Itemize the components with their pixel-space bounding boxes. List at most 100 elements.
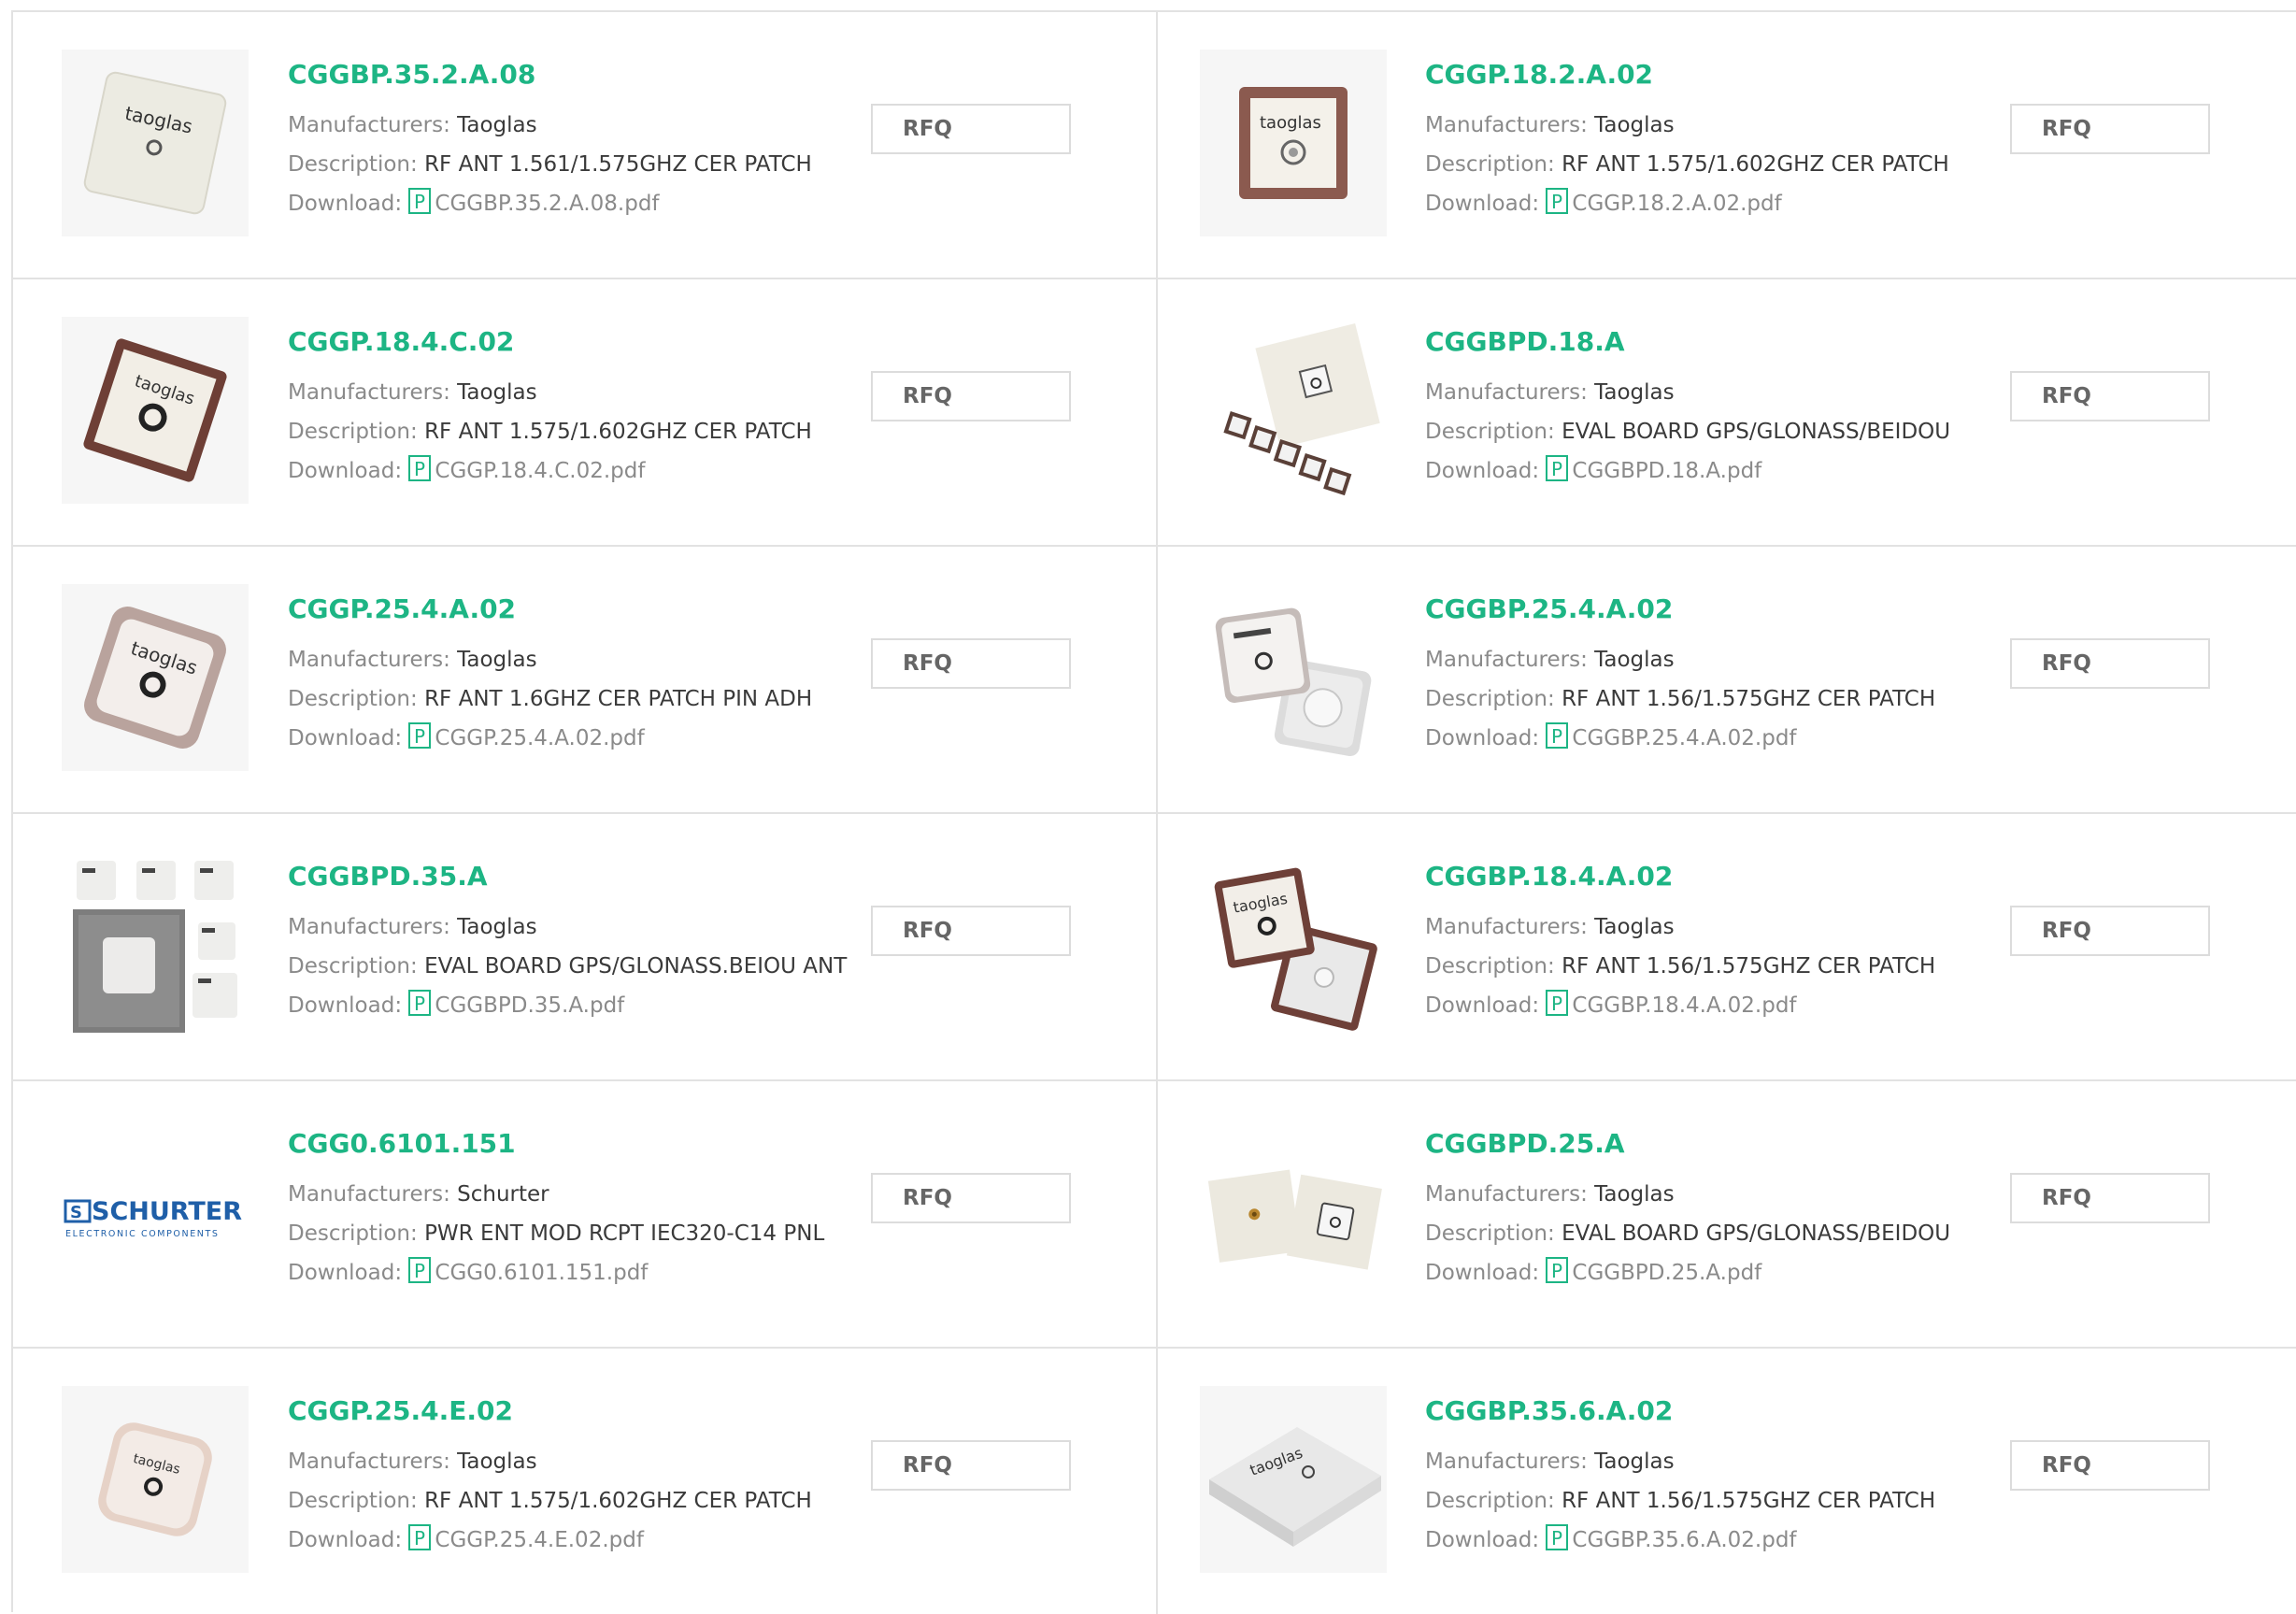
description-label: Description: [1425,954,1555,978]
svg-text:SCHURTER: SCHURTER [92,1197,242,1226]
pdf-icon[interactable]: P [408,722,432,749]
rfq-button[interactable]: RFQ [2010,104,2210,154]
product-card: S SCHURTER ELECTRONIC COMPONENTS CGG0.61… [13,1081,1158,1349]
download-link[interactable]: CGG0.6101.151.pdf [435,1261,648,1285]
manufacturers-label: Manufacturers: [1425,648,1588,672]
product-image[interactable]: taoglas [62,317,249,504]
rfq-button[interactable]: RFQ [2010,1440,2210,1491]
product-title-link[interactable]: CGGP.25.4.E.02 [288,1395,867,1427]
rfq-button[interactable]: RFQ [871,1173,1071,1223]
rfq-button[interactable]: RFQ [2010,906,2210,956]
eval-board-image [1200,317,1387,504]
product-title-link[interactable]: CGGP.25.4.A.02 [288,593,867,625]
product-card: CGGBPD.18.A Manufacturers: Taoglas Descr… [1158,279,2296,547]
pdf-icon[interactable]: P [1546,1524,1569,1550]
product-title-link[interactable]: CGGBPD.18.A [1425,326,2004,358]
description-label: Description: [1425,1221,1555,1246]
pdf-icon[interactable]: P [408,455,432,481]
pdf-icon[interactable]: P [408,1257,432,1283]
product-image[interactable] [1200,317,1387,504]
pdf-icon[interactable]: P [408,990,432,1016]
pdf-icon[interactable]: P [408,188,432,214]
product-image[interactable]: taoglas [1200,851,1387,1038]
product-image[interactable]: taoglas [62,50,249,236]
product-card: taoglas CGGP.18.2.A.02 Manufacturers: Ta… [1158,12,2296,279]
download-link[interactable]: CGGP.18.2.A.02.pdf [1572,192,1781,216]
download-label: Download: [288,993,403,1018]
rfq-button[interactable]: RFQ [2010,371,2210,421]
download-link[interactable]: CGGBP.18.4.A.02.pdf [1572,993,1796,1018]
svg-text:P: P [1551,993,1562,1015]
download-link[interactable]: CGGBPD.18.A.pdf [1572,459,1761,483]
rfq-button[interactable]: RFQ [871,1440,1071,1491]
download-label: Download: [1425,993,1540,1018]
svg-text:P: P [414,1527,425,1550]
svg-text:ELECTRONIC COMPONENTS: ELECTRONIC COMPONENTS [65,1229,220,1239]
download-link[interactable]: CGGP.25.4.A.02.pdf [435,726,644,750]
manufacturer-value: Taoglas [1594,1182,1675,1207]
description-value: RF ANT 1.575/1.602GHZ CER PATCH [1562,152,1949,177]
pdf-icon[interactable]: P [1546,722,1569,749]
rfq-button[interactable]: RFQ [871,371,1071,421]
product-title-link[interactable]: CGGBP.18.4.A.02 [1425,861,2004,893]
rfq-button[interactable]: RFQ [871,104,1071,154]
download-link[interactable]: CGGP.25.4.E.02.pdf [435,1528,644,1552]
patch-antenna-image: taoglas [1200,1386,1387,1573]
download-link[interactable]: CGGBP.35.2.A.08.pdf [435,192,659,216]
product-image[interactable]: taoglas [62,1386,249,1573]
manufacturer-value: Taoglas [457,648,537,672]
product-card: taoglas CGGP.18.4.C.02 Manufacturers: Ta… [13,279,1158,547]
product-title-link[interactable]: CGG0.6101.151 [288,1128,867,1160]
download-label: Download: [1425,459,1540,483]
pdf-icon[interactable]: P [1546,1257,1569,1283]
download-link[interactable]: CGGBPD.25.A.pdf [1572,1261,1761,1285]
svg-text:S: S [70,1203,82,1222]
product-grid: taoglas CGGBP.35.2.A.08 Manufacturers: T… [11,10,2296,1614]
svg-text:P: P [414,725,425,748]
rfq-button[interactable]: RFQ [871,638,1071,689]
manufacturer-value: Taoglas [1594,915,1675,939]
manufacturer-value: Schurter [457,1182,549,1207]
rfq-button[interactable]: RFQ [2010,1173,2210,1223]
product-title-link[interactable]: CGGP.18.4.C.02 [288,326,867,358]
manufacturers-label: Manufacturers: [1425,1182,1588,1207]
patch-antenna-image: taoglas [62,584,249,771]
manufacturers-label: Manufacturers: [288,1450,450,1474]
pdf-icon[interactable]: P [408,1524,432,1550]
pdf-icon[interactable]: P [1546,188,1569,214]
description-value: RF ANT 1.56/1.575GHZ CER PATCH [1562,954,1936,978]
download-link[interactable]: CGGBPD.35.A.pdf [435,993,624,1018]
manufacturer-value: Taoglas [1594,648,1675,672]
manufacturer-value: Taoglas [1594,380,1675,405]
product-image[interactable] [1200,1119,1387,1306]
description-value: PWR ENT MOD RCPT IEC320-C14 PNL [424,1221,825,1246]
download-link[interactable]: CGGBP.25.4.A.02.pdf [1572,726,1796,750]
product-image[interactable] [62,851,249,1038]
product-title-link[interactable]: CGGBP.25.4.A.02 [1425,593,2004,625]
product-card: CGGBPD.25.A Manufacturers: Taoglas Descr… [1158,1081,2296,1349]
product-title-link[interactable]: CGGBP.35.2.A.08 [288,59,867,91]
product-image[interactable]: taoglas [1200,50,1387,236]
pdf-icon[interactable]: P [1546,455,1569,481]
manufacturers-label: Manufacturers: [1425,1450,1588,1474]
manufacturers-label: Manufacturers: [1425,380,1588,405]
product-image[interactable] [1200,584,1387,771]
description-value: EVAL BOARD GPS/GLONASS/BEIDOU [1562,420,1951,444]
manufacturers-label: Manufacturers: [288,1182,450,1207]
svg-text:P: P [414,458,425,480]
pdf-icon[interactable]: P [1546,990,1569,1016]
description-label: Description: [288,954,418,978]
rfq-button[interactable]: RFQ [871,906,1071,956]
download-link[interactable]: CGGBP.35.6.A.02.pdf [1572,1528,1796,1552]
product-title-link[interactable]: CGGBP.35.6.A.02 [1425,1395,2004,1427]
product-title-link[interactable]: CGGBPD.25.A [1425,1128,2004,1160]
download-link[interactable]: CGGP.18.4.C.02.pdf [435,459,645,483]
product-title-link[interactable]: CGGBPD.35.A [288,861,867,893]
rfq-button[interactable]: RFQ [2010,638,2210,689]
product-title-link[interactable]: CGGP.18.2.A.02 [1425,59,2004,91]
product-image[interactable]: taoglas [62,584,249,771]
product-image[interactable]: S SCHURTER ELECTRONIC COMPONENTS [62,1119,249,1306]
svg-text:P: P [414,1260,425,1282]
product-image[interactable]: taoglas [1200,1386,1387,1573]
download-label: Download: [1425,726,1540,750]
